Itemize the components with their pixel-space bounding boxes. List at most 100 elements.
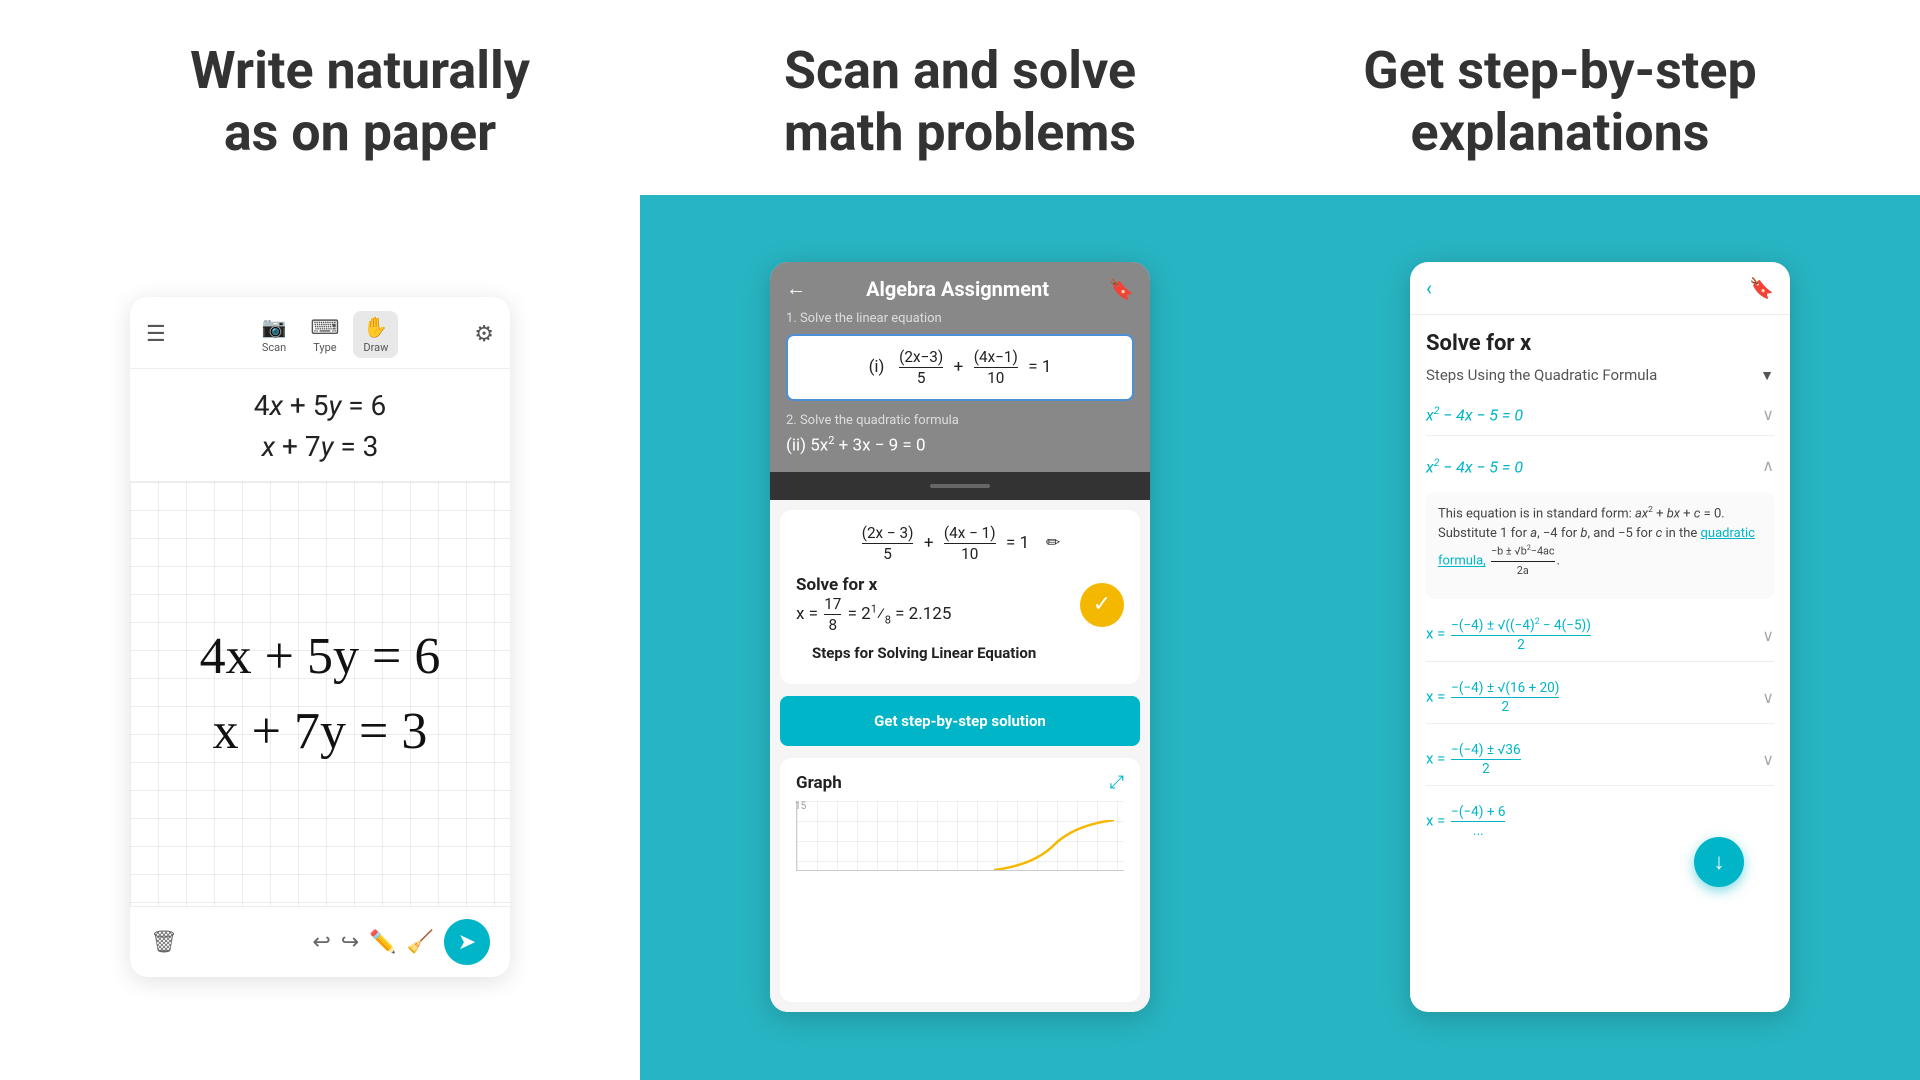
header-title-3: Get step-by-stepexplanations [1260,40,1860,165]
frac-result-1: (2x − 3) 5 [862,524,914,563]
settings-icon[interactable]: ⚙ [474,322,494,347]
phone-card-left: ☰ 📷 Scan ⌨ Type ✋ Draw ⚙ [130,297,510,977]
panel-right: ‹ 🔖 Solve for x Steps Using the Quadrati… [1280,195,1920,1080]
step5-frac: −(−4) ± √36 2 [1451,742,1520,777]
mid-result-card: (2x − 3) 5 + (4x − 1) 10 = 1 ✏ Solve fo [780,510,1140,684]
graph-curve [994,820,1114,870]
phone-card-mid: ← Algebra Assignment 🔖 1. Solve the line… [770,262,1150,1012]
draw-button[interactable]: ✋ Draw [353,311,398,358]
handwritten-equations: 4x + 5y = 6 x + 7y = 3 [200,627,441,761]
step4-chevron: ∨ [1762,688,1774,707]
notch-line [930,484,990,488]
typed-equation-area: 4x + 5y = 6 x + 7y = 3 [130,369,510,482]
phone-toolbar: ☰ 📷 Scan ⌨ Type ✋ Draw ⚙ [130,297,510,369]
toolbar-buttons: 📷 Scan ⌨ Type ✋ Draw [252,311,399,358]
expand-icon[interactable]: ⤢ [1110,772,1124,793]
panels-row: ☰ 📷 Scan ⌨ Type ✋ Draw ⚙ [0,195,1920,1080]
solve-value: x = 178 = 21⁄8 = 2.125 [796,595,951,634]
bottom-toolbar: 🗑 ↩ ↪ ✏️ 🧹 ➤ [130,906,510,977]
panel-left: ☰ 📷 Scan ⌨ Type ✋ Draw ⚙ [0,195,640,1080]
check-icon: ✓ [1080,583,1124,627]
phone-card-right: ‹ 🔖 Solve for x Steps Using the Quadrati… [1410,262,1790,1012]
frac-result-2: (4x − 1) 10 [944,524,996,563]
menu-icon[interactable]: ☰ [146,322,166,347]
typed-eq-2: x + 7y = 3 [160,430,480,463]
step6-eq: x = −(−4) + 6 ... [1426,804,1507,839]
mid-solve-left: Solve for x x = 178 = 21⁄8 = 2.125 [796,575,951,634]
frac-2x3: (2x−3) 5 [899,348,943,387]
step-row-4[interactable]: x = −(−4) ± √(16 + 20) 2 ∨ [1426,672,1774,724]
draw-icon: ✋ [363,315,388,339]
right-body: Solve for x Steps Using the Quadratic Fo… [1410,315,1790,1012]
mid-graph-header: Graph ⤢ [796,772,1124,793]
notch-bar [770,472,1150,500]
problem1-label: 1. Solve the linear equation [786,311,1134,326]
bottom-tools-right: ↩ ↪ ✏️ 🧹 ➤ [312,919,490,965]
step2-eq: x2 − 4x − 5 = 0 [1426,456,1523,476]
problem2-eq: (ii) 5x2 + 3x − 9 = 0 [786,434,1134,456]
step-row-1[interactable]: x2 − 4x − 5 = 0 ∨ [1426,394,1774,435]
step-row-3[interactable]: x = −(−4) ± √((−4)2 − 4(−5)) 2 ∨ [1426,609,1774,662]
scroll-down-button[interactable]: ↓ [1694,837,1744,887]
step3-frac: −(−4) ± √((−4)2 − 4(−5)) 2 [1451,617,1591,653]
right-method-row[interactable]: Steps Using the Quadratic Formula ▼ [1426,366,1774,384]
frac-4x1: (4x−1) 10 [974,348,1018,387]
pencil-icon[interactable]: ✏️ [369,930,396,955]
handwritten-eq-1: 4x + 5y = 6 [200,627,441,686]
handwritten-eq-2: x + 7y = 3 [200,702,441,761]
step-row-5[interactable]: x = −(−4) ± √36 2 ∨ [1426,734,1774,786]
formula-frac: −b ± √b2−4ac 2a [1491,543,1555,579]
header-col-3: Get step-by-stepexplanations [1260,40,1860,165]
header-title-1: Write naturallyas on paper [60,40,660,165]
right-bookmark-icon[interactable]: 🔖 [1749,276,1774,300]
bookmark-icon[interactable]: 🔖 [1109,277,1134,301]
graph-label-15: 15 [795,801,806,812]
expanded-text: This equation is in standard form: ax2 +… [1438,504,1762,579]
step4-frac: −(−4) ± √(16 + 20) 2 [1451,680,1559,715]
step3-eq: x = −(−4) ± √((−4)2 − 4(−5)) 2 [1426,617,1593,653]
trash-icon[interactable]: 🗑 [150,930,178,955]
camera-icon: 📷 [262,315,287,339]
step1-chevron: ∨ [1762,405,1774,424]
eraser-icon[interactable]: 🧹 [407,930,434,955]
step2-chevron: ∧ [1762,456,1774,475]
expanded-section: This equation is in standard form: ax2 +… [1426,492,1774,599]
solve-label: Solve for x [796,575,951,595]
solve-frac: 178 [824,595,841,634]
mid-graph-card: Graph ⤢ 15 [780,758,1140,1002]
undo-icon[interactable]: ↩ [312,930,330,955]
mid-top-gray: ← Algebra Assignment 🔖 1. Solve the line… [770,262,1150,472]
keyboard-icon: ⌨ [311,315,340,339]
mid-title: Algebra Assignment [866,277,1049,301]
step5-eq: x = −(−4) ± √36 2 [1426,742,1523,777]
quadratic-formula-link[interactable]: quadratic formula, [1438,526,1755,569]
mid-result-eq: (2x − 3) 5 + (4x − 1) 10 = 1 ✏ [796,524,1124,563]
header-title-2: Scan and solvemath problems [660,40,1260,165]
step3-chevron: ∨ [1762,626,1774,645]
send-button[interactable]: ➤ [444,919,490,965]
scan-label: Scan [262,341,286,354]
step4-eq: x = −(−4) ± √(16 + 20) 2 [1426,680,1561,715]
mid-equation-box: (i) (2x−3) 5 + (4x−1) 10 = 1 [786,334,1134,401]
mid-body: (2x − 3) 5 + (4x − 1) 10 = 1 ✏ Solve fo [770,500,1150,1012]
header-col-2: Scan and solvemath problems [660,40,1260,165]
header-row: Write naturallyas on paper Scan and solv… [0,0,1920,195]
cta-button[interactable]: Get step-by-step solution [780,696,1140,746]
step-row-2[interactable]: x2 − 4x − 5 = 0 ∧ [1426,446,1774,486]
mid-nav: ← Algebra Assignment 🔖 [786,276,1134,301]
method-arrow: ▼ [1760,367,1774,384]
mid-solve-row: Solve for x x = 178 = 21⁄8 = 2.125 ✓ [796,575,1124,634]
grid-draw-area[interactable]: 4x + 5y = 6 x + 7y = 3 [130,482,510,906]
type-button[interactable]: ⌨ Type [301,311,350,358]
problem1-eq: (i) (2x−3) 5 + (4x−1) 10 = 1 [802,348,1118,387]
back-icon[interactable]: ← [786,276,806,301]
right-bottom-row: ↓ [1426,857,1774,917]
step6-frac: −(−4) + 6 ... [1451,804,1505,839]
right-back-icon[interactable]: ‹ [1426,276,1432,300]
graph-title: Graph [796,773,842,793]
type-label: Type [313,341,336,354]
redo-icon[interactable]: ↪ [341,930,359,955]
scan-button[interactable]: 📷 Scan [252,311,297,358]
right-nav: ‹ 🔖 [1410,262,1790,315]
step5-chevron: ∨ [1762,750,1774,769]
